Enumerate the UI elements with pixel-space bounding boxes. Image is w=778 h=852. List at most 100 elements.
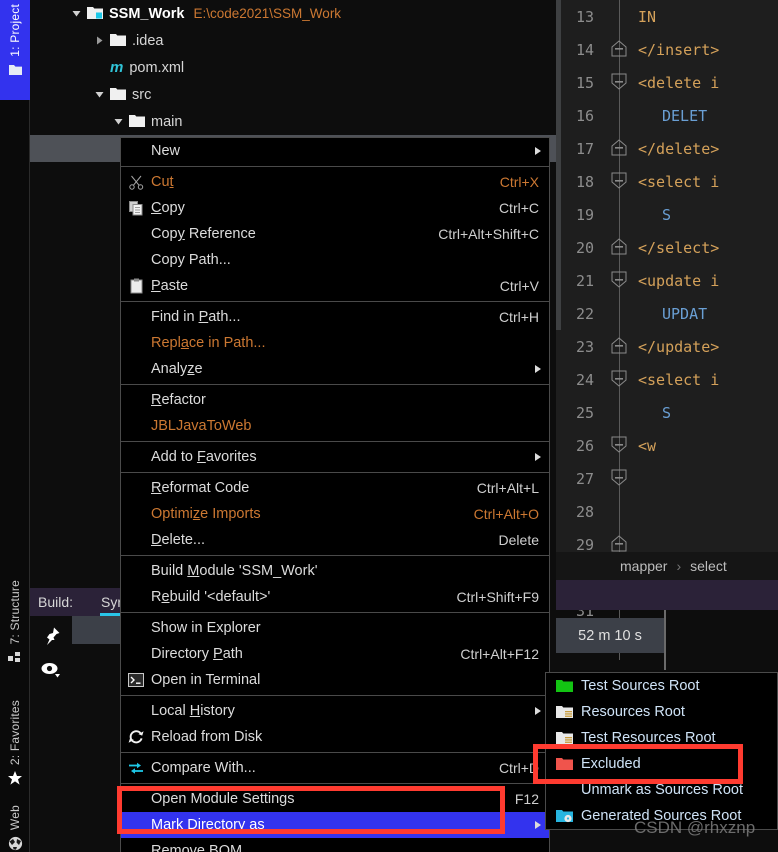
line-number: 20 xyxy=(575,238,594,257)
menu-item-rebuild-default[interactable]: Rebuild '<default>' Ctrl+Shift+F9 xyxy=(121,584,549,610)
menu-item-paste[interactable]: Paste Ctrl+V xyxy=(121,273,549,299)
menu-item-label: Refactor xyxy=(151,392,206,408)
breadcrumb-item-mapper[interactable]: mapper xyxy=(620,558,667,574)
submenu-item-test-sources-root[interactable]: Test Sources Root xyxy=(546,673,777,699)
tree-item-label: .idea xyxy=(132,32,164,49)
tree-item-label: pom.xml xyxy=(129,59,185,76)
menu-item-label: Rebuild '<default>' xyxy=(151,589,271,605)
menu-item-cut[interactable]: Cut Ctrl+X xyxy=(121,169,549,195)
editor-line: 20 </select> xyxy=(556,231,778,264)
build-time-divider xyxy=(664,610,666,670)
chevron-down-icon[interactable] xyxy=(70,7,83,20)
fold-marker[interactable] xyxy=(602,198,638,231)
breadcrumb-item-select[interactable]: select xyxy=(690,558,727,574)
eye-icon[interactable] xyxy=(41,661,72,684)
chevron-right-icon[interactable] xyxy=(93,34,106,47)
fold-marker[interactable] xyxy=(602,0,638,33)
fold-marker[interactable] xyxy=(602,297,638,330)
code-text: </delete> xyxy=(638,139,720,158)
tree-row[interactable]: .idea xyxy=(30,27,556,54)
fold-marker[interactable] xyxy=(602,66,638,99)
menu-item-copy-reference[interactable]: Copy Reference Ctrl+Alt+Shift+C xyxy=(121,221,549,247)
star-icon xyxy=(7,770,23,786)
editor-line: 24 <select i xyxy=(556,363,778,396)
menu-item-label: JBLJavaToWeb xyxy=(151,418,252,434)
menu-item-new[interactable]: New xyxy=(121,138,549,164)
scissors-icon xyxy=(127,173,145,191)
fold-marker[interactable] xyxy=(602,132,638,165)
menu-item-copy-path[interactable]: Copy Path... xyxy=(121,247,549,273)
tool-window-button-web[interactable]: Web xyxy=(0,805,30,852)
menu-item-show-in-explorer[interactable]: Show in Explorer xyxy=(121,615,549,641)
menu-item-label: Compare With... xyxy=(151,760,256,776)
fold-marker[interactable] xyxy=(602,462,638,495)
globe-icon xyxy=(7,835,23,851)
menu-item-label: Cut xyxy=(151,174,174,190)
fold-marker[interactable] xyxy=(602,33,638,66)
menu-item-label: Reload from Disk xyxy=(151,729,263,745)
menu-item-directory-path[interactable]: Directory Path Ctrl+Alt+F12 xyxy=(121,641,549,667)
menu-item-reformat-code[interactable]: Reformat Code Ctrl+Alt+L xyxy=(121,475,549,501)
chevron-down-icon[interactable] xyxy=(112,115,125,128)
menu-item-analyze[interactable]: Analyze xyxy=(121,356,549,382)
menu-separator xyxy=(121,472,549,473)
menu-item-delete[interactable]: Delete... Delete xyxy=(121,527,549,553)
menu-item-refactor[interactable]: Refactor xyxy=(121,387,549,413)
menu-item-replace-in-path[interactable]: Replace in Path... xyxy=(121,330,549,356)
menu-item-open-in-terminal[interactable]: Open in Terminal xyxy=(121,667,549,693)
code-text: UPDAT xyxy=(662,304,708,323)
submenu-item-label: Excluded xyxy=(581,756,641,772)
tool-window-button-project[interactable]: 1: Project xyxy=(0,0,30,100)
menu-item-compare-with[interactable]: Compare With... Ctrl+D xyxy=(121,755,549,781)
tree-row[interactable]: src xyxy=(30,81,556,108)
fold-marker[interactable] xyxy=(602,99,638,132)
fold-marker[interactable] xyxy=(602,165,638,198)
menu-item-build-module-ssm-work[interactable]: Build Module 'SSM_Work' xyxy=(121,558,549,584)
editor-line: 26 <w xyxy=(556,429,778,462)
tree-row[interactable]: m pom.xml xyxy=(30,54,556,81)
menu-item-open-module-settings[interactable]: Open Module Settings F12 xyxy=(121,786,549,812)
fold-marker[interactable] xyxy=(602,495,638,528)
submenu-item-resources-root[interactable]: Resources Root xyxy=(546,699,777,725)
submenu-item-excluded[interactable]: Excluded xyxy=(546,751,777,777)
submenu-item-unmark-as-sources-root[interactable]: Unmark as Sources Root xyxy=(546,777,777,803)
fold-marker[interactable] xyxy=(602,429,638,462)
build-runtime-bar xyxy=(556,580,778,610)
menu-separator xyxy=(121,384,549,385)
build-label: Build: xyxy=(38,594,74,610)
build-elapsed-time: 52 m 10 s xyxy=(556,618,664,653)
editor-line: 21 <update i xyxy=(556,264,778,297)
menu-item-copy[interactable]: Copy Ctrl+C xyxy=(121,195,549,221)
fold-marker[interactable] xyxy=(602,231,638,264)
menu-separator xyxy=(121,783,549,784)
chevron-down-icon[interactable] xyxy=(93,88,106,101)
menu-item-reload-from-disk[interactable]: Reload from Disk xyxy=(121,724,549,750)
line-number: 18 xyxy=(575,172,594,191)
menu-item-local-history[interactable]: Local History xyxy=(121,698,549,724)
menu-item-find-in-path[interactable]: Find in Path... Ctrl+H xyxy=(121,304,549,330)
tree-row[interactable]: SSM_Work E:\code2021\SSM_Work xyxy=(30,0,556,27)
menu-item-remove-bom[interactable]: Remove BOM xyxy=(121,838,549,852)
tree-row[interactable]: main xyxy=(30,108,556,135)
fold-marker[interactable] xyxy=(602,363,638,396)
fold-marker[interactable] xyxy=(602,264,638,297)
code-editor[interactable]: 13 IN 14 </insert> 15 <delete i 16 DELET 17 </del… xyxy=(556,0,778,660)
tool-window-button-structure[interactable]: 7: Structure xyxy=(0,580,30,700)
menu-item-mark-directory-as[interactable]: Mark Directory as xyxy=(121,812,549,838)
menu-item-jbljavatoweb[interactable]: JBLJavaToWeb xyxy=(121,413,549,439)
menu-item-add-to-favorites[interactable]: Add to Favorites xyxy=(121,444,549,470)
tree-item-label: SSM_Work xyxy=(109,5,185,22)
line-number: 29 xyxy=(575,535,594,554)
submenu-item-test-resources-root[interactable]: Test Resources Root xyxy=(546,725,777,751)
folder-icon xyxy=(7,62,23,78)
fold-marker[interactable] xyxy=(602,330,638,363)
tool-window-button-favorites[interactable]: 2: Favorites xyxy=(0,700,30,805)
editor-breadcrumb[interactable]: mapper › select xyxy=(556,552,778,580)
context-menu[interactable]: New Cut Ctrl+X Copy Ctrl+C Copy Reference Ctrl… xyxy=(120,137,550,852)
pin-icon[interactable] xyxy=(41,626,72,651)
editor-line: 27 xyxy=(556,462,778,495)
menu-item-optimize-imports[interactable]: Optimize Imports Ctrl+Alt+O xyxy=(121,501,549,527)
mark-directory-as-submenu[interactable]: Test Sources Root Resources Root Test Reso… xyxy=(545,672,778,830)
menu-separator xyxy=(121,695,549,696)
fold-marker[interactable] xyxy=(602,396,638,429)
